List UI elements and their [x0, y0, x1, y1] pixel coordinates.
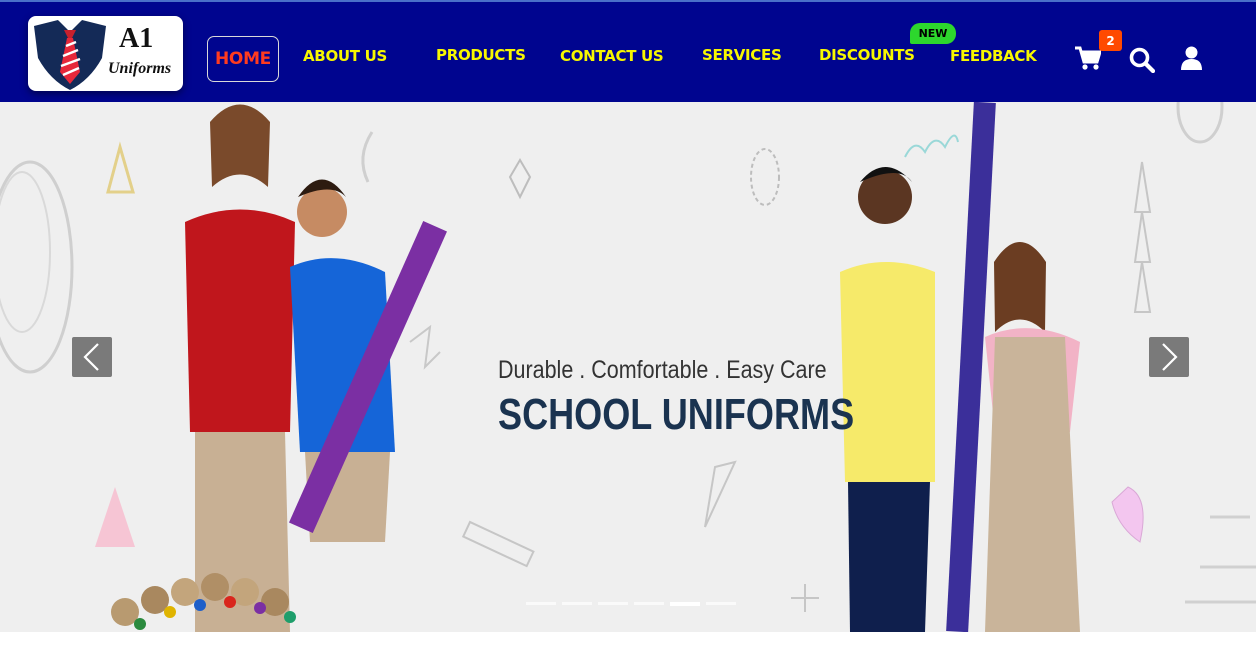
new-badge: NEW — [910, 23, 956, 44]
hero-title: SCHOOL UNIFORMS — [498, 390, 855, 439]
top-navbar: A1 Uniforms HOME ABOUT US PRODUCTS CONTA… — [0, 0, 1256, 102]
hero-tagline: Durable . Comfortable . Easy Care — [498, 356, 827, 384]
search-icon[interactable] — [1129, 47, 1156, 78]
carousel-indicator-6[interactable] — [706, 602, 736, 605]
nav-feedback[interactable]: FEEDBACK — [950, 47, 1037, 65]
nav-services[interactable]: SERVICES — [702, 46, 782, 64]
carousel-indicator-3[interactable] — [598, 602, 628, 605]
carousel-prev-button[interactable] — [72, 337, 112, 377]
nav-home[interactable]: HOME — [207, 36, 279, 82]
carousel-indicator-2[interactable] — [562, 602, 592, 605]
hero-carousel: Durable . Comfortable . Easy Care SCHOOL… — [0, 102, 1256, 632]
cart-icon[interactable] — [1075, 46, 1103, 75]
user-icon[interactable] — [1181, 46, 1202, 75]
nav-about-us[interactable]: ABOUT US — [303, 47, 387, 65]
carousel-indicator-5[interactable] — [670, 602, 700, 606]
carousel-indicators — [526, 602, 736, 606]
nav-contact-us[interactable]: CONTACT US — [560, 47, 664, 65]
carousel-indicator-1[interactable] — [526, 602, 556, 605]
logo-text-a1: A1 — [119, 23, 154, 54]
nav-products[interactable]: PRODUCTS — [436, 46, 526, 64]
chevron-left-icon — [83, 343, 99, 371]
logo-text-uniforms: Uniforms — [108, 60, 172, 77]
shirt-tie-icon — [34, 20, 106, 90]
chevron-right-icon — [1162, 343, 1178, 371]
site-logo[interactable]: A1 Uniforms — [28, 16, 183, 91]
carousel-next-button[interactable] — [1149, 337, 1189, 377]
cart-count-badge: 2 — [1099, 30, 1122, 51]
carousel-indicator-4[interactable] — [634, 602, 664, 605]
nav-discounts[interactable]: DISCOUNTS — [819, 46, 915, 64]
